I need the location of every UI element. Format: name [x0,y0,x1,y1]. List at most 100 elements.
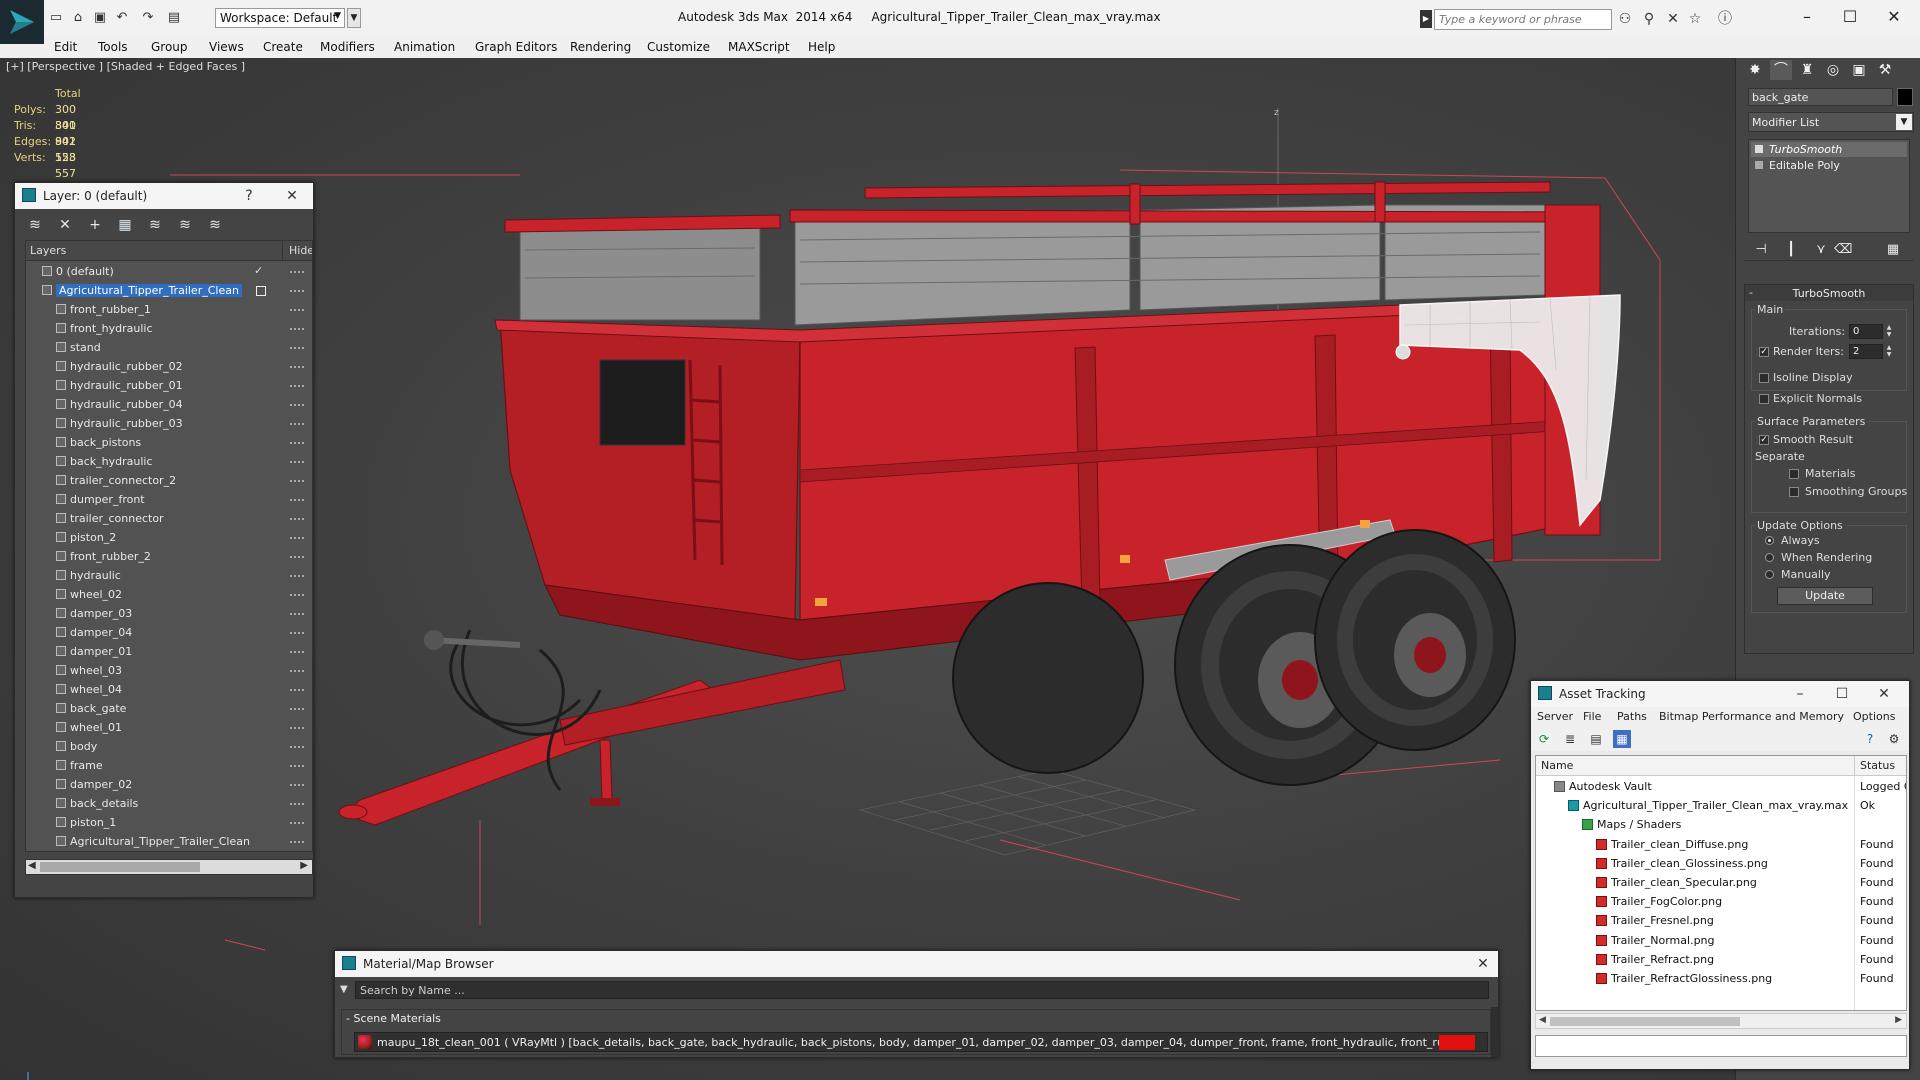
hide-all-icon[interactable]: ≋ [175,215,195,235]
asset-menu-server[interactable]: Server [1537,710,1573,723]
hide-toggle[interactable] [290,670,304,672]
smooth-result-checkbox[interactable]: ✓ [1759,435,1769,445]
layer-row[interactable]: wheel_04 [26,680,312,699]
select-objects-icon[interactable]: ▦ [115,215,135,235]
layer-row[interactable]: wheel_02 [26,585,312,604]
highlight-layer-icon[interactable]: ≋ [145,215,165,235]
asset-row[interactable]: Trailer_Fresnel.png Found [1536,911,1906,930]
materials-checkbox[interactable] [1789,469,1799,479]
explicit-normals-checkbox[interactable] [1759,394,1769,404]
layer-row[interactable]: Agricultural_Tipper_Trailer_Clean [26,281,312,300]
save-file-icon[interactable]: ▣ [92,10,108,26]
name-column-header[interactable]: Name [1541,759,1573,772]
stack-item-turbosmooth[interactable]: TurboSmooth [1751,142,1907,157]
hide-toggle[interactable] [290,442,304,444]
layer-row[interactable]: piston_1 [26,813,312,832]
hide-column-header[interactable]: Hide [289,244,312,257]
close-icon[interactable]: ✕ [1873,684,1895,704]
update-button[interactable]: Update [1777,587,1873,605]
layer-row[interactable]: damper_04 [26,623,312,642]
layer-horizontal-scrollbar[interactable]: ◀ ▶ [25,859,313,875]
scroll-left-icon[interactable]: ◀ [28,860,36,871]
search-options-icon[interactable]: ▼ [340,984,348,995]
expand-icon[interactable] [1755,161,1763,169]
menu-create[interactable]: Create [263,40,303,54]
scroll-thumb[interactable] [40,862,200,872]
iterations-spinner[interactable]: 0 [1849,324,1883,339]
menu-tools[interactable]: Tools [98,40,128,54]
list-view-icon[interactable]: ≣ [1561,730,1579,748]
utilities-tab-icon[interactable]: ⚒ [1874,60,1896,80]
render-iters-checkbox[interactable]: ✓ [1759,347,1769,357]
remove-modifier-icon[interactable]: ⌫ [1834,241,1852,259]
hide-toggle[interactable] [290,822,304,824]
menu-group[interactable]: Group [151,40,188,54]
layer-row[interactable]: frame [26,756,312,775]
layer-row[interactable]: body [26,737,312,756]
freeze-all-icon[interactable]: ≋ [205,215,225,235]
layer-window-titlebar[interactable]: Layer: 0 (default) ? ✕ [15,183,313,209]
menu-help[interactable]: Help [808,40,835,54]
material-vertical-scrollbar[interactable] [1491,1007,1499,1057]
smoothing-groups-checkbox[interactable] [1789,487,1799,497]
layer-row[interactable]: hydraulic_rubber_03 [26,414,312,433]
favorites-star-icon[interactable]: ☆ [1686,10,1704,28]
hide-toggle[interactable] [290,309,304,311]
hide-toggle[interactable] [290,594,304,596]
hide-toggle[interactable] [290,366,304,368]
binoculars-icon[interactable]: ⚇ [1616,10,1634,28]
render-iters-spinner[interactable]: 2 [1849,344,1883,359]
undo-icon[interactable]: ↶ [114,10,130,26]
asset-row[interactable]: Autodesk Vault Logged O [1536,777,1906,796]
asset-row[interactable]: Trailer_FogColor.png Found [1536,892,1906,911]
redo-icon[interactable]: ↷ [140,10,156,26]
menu-edit[interactable]: Edit [54,40,77,54]
add-selection-icon[interactable]: + [85,215,105,235]
layer-row[interactable]: front_hydraulic [26,319,312,338]
asset-menu-options[interactable]: Options [1853,710,1895,723]
asset-row[interactable]: Trailer_Refract.png Found [1536,950,1906,969]
menu-rendering[interactable]: Rendering [570,40,631,54]
maximize-icon[interactable]: ☐ [1830,4,1870,30]
layer-row[interactable]: hydraulic_rubber_04 [26,395,312,414]
layer-row[interactable]: damper_01 [26,642,312,661]
workspace-more-button[interactable]: ▼ [347,8,361,28]
layer-row[interactable]: trailer_connector_2 [26,471,312,490]
isoline-display-checkbox[interactable] [1759,373,1769,383]
help-icon[interactable]: ? [238,186,260,206]
spinner-arrows-icon[interactable]: ▲ ▼ [1885,344,1893,359]
menu-maxscript[interactable]: MAXScript [728,40,790,54]
hide-toggle[interactable] [290,575,304,577]
spinner-arrows-icon[interactable]: ▲ ▼ [1885,324,1893,339]
close-icon[interactable]: ✕ [281,186,303,206]
viewport-label[interactable]: [+] [Perspective ] [Shaded + Edged Faces… [6,60,245,73]
update-when-rendering-radio[interactable] [1765,553,1774,562]
layer-row[interactable]: damper_02 [26,775,312,794]
hide-toggle[interactable] [290,556,304,558]
asset-menu-file[interactable]: File [1583,710,1601,723]
hide-toggle[interactable] [290,613,304,615]
layer-create-icon[interactable]: ≋ [25,215,45,235]
material-search-input[interactable]: Search by Name ... [355,981,1489,999]
close-icon[interactable]: ✕ [1874,4,1914,30]
asset-row[interactable]: Trailer_RefractGlossiness.png Found [1536,969,1906,988]
layer-row[interactable]: front_rubber_2 [26,547,312,566]
menu-views[interactable]: Views [209,40,244,54]
layers-column-header[interactable]: Layers [30,244,66,257]
hide-toggle[interactable] [290,803,304,805]
layer-row[interactable]: Agricultural_Tipper_Trailer_Clean [26,832,312,851]
layer-row[interactable]: hydraulic [26,566,312,585]
layer-row[interactable]: wheel_01 [26,718,312,737]
layer-row[interactable]: back_pistons [26,433,312,452]
hide-toggle[interactable] [290,537,304,539]
workspace-dropdown[interactable]: Workspace: Default ▼ [215,8,345,28]
create-tab-icon[interactable]: ✸ [1744,60,1766,80]
menu-animation[interactable]: Animation [394,40,455,54]
minimize-icon[interactable]: – [1787,4,1827,30]
modify-tab-icon[interactable]: ⌒ [1770,60,1792,80]
new-file-icon[interactable]: ▭ [48,10,64,26]
hide-toggle[interactable] [290,404,304,406]
layer-row[interactable]: back_hydraulic [26,452,312,471]
material-browser-titlebar[interactable]: Material/Map Browser ✕ [335,951,1498,977]
object-name-field[interactable]: back_gate [1748,88,1893,106]
